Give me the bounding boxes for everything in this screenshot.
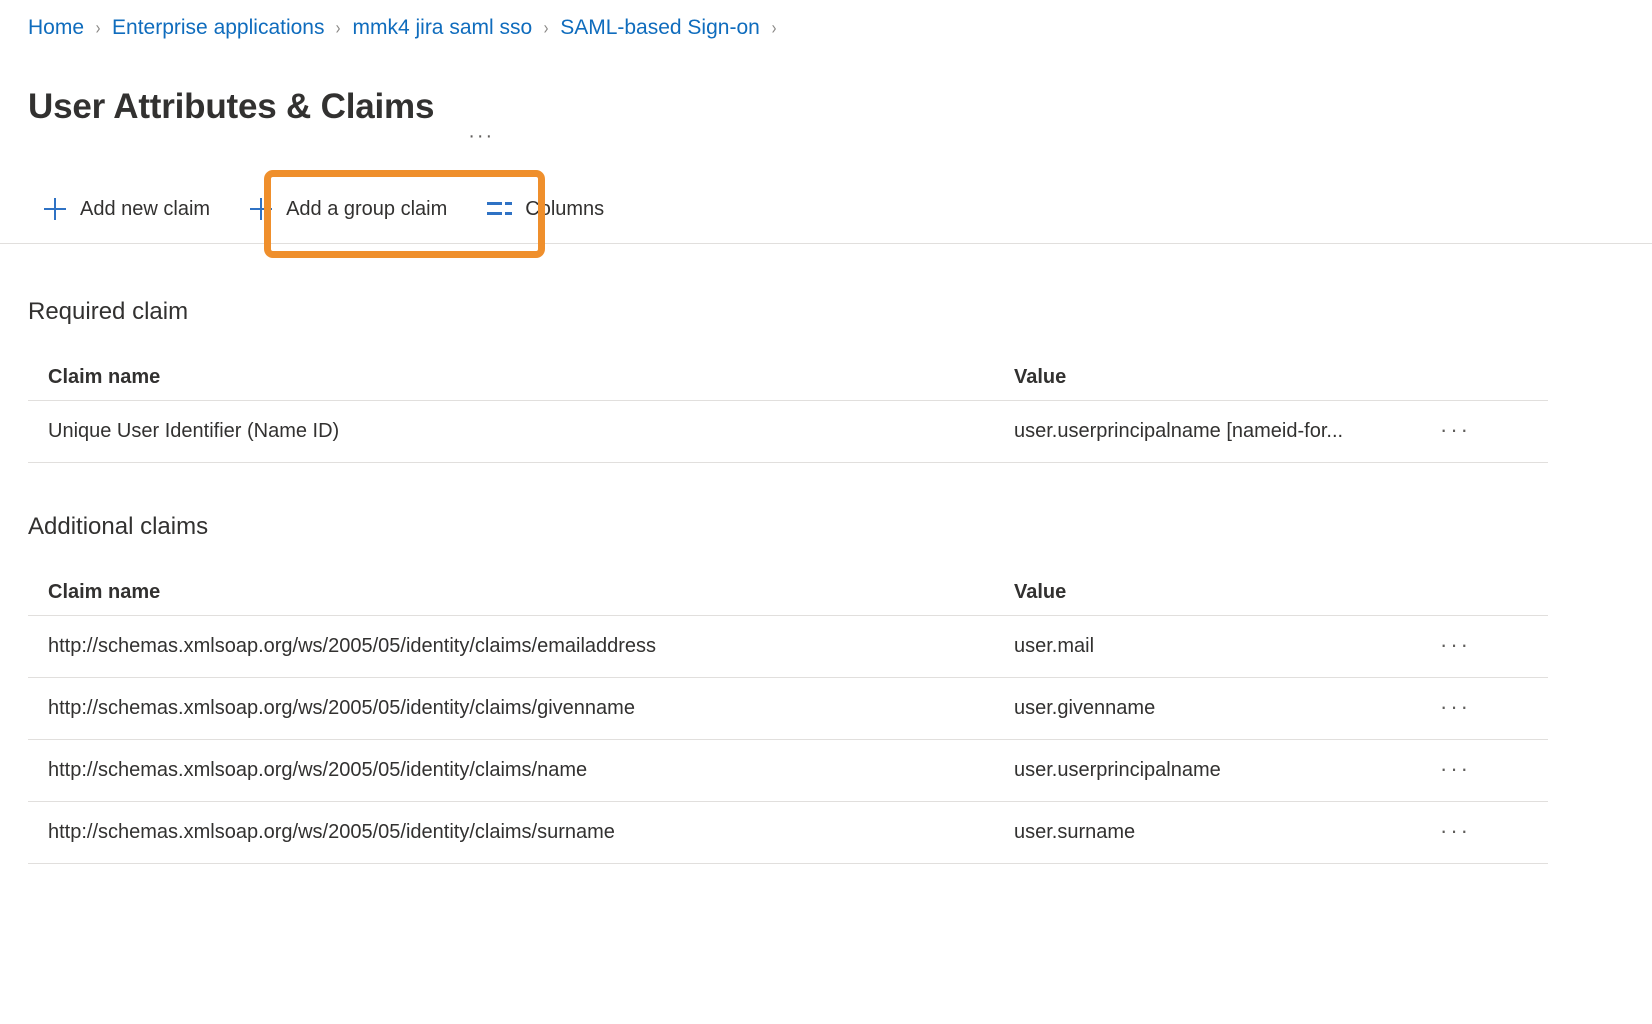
- column-header-claim-name[interactable]: Claim name: [28, 354, 994, 401]
- cell-claim-name: Unique User Identifier (Name ID): [28, 400, 994, 463]
- row-more-options-icon[interactable]: ···: [1432, 633, 1479, 660]
- table-row[interactable]: http://schemas.xmlsoap.org/ws/2005/05/id…: [28, 677, 1548, 740]
- breadcrumb-item-enterprise-applications[interactable]: Enterprise applications: [112, 14, 324, 42]
- row-more-options-icon[interactable]: ···: [1432, 819, 1479, 846]
- breadcrumb-separator-icon: ›: [771, 18, 777, 38]
- column-header-value[interactable]: Value: [994, 354, 1412, 401]
- cell-value: user.mail: [994, 615, 1412, 678]
- row-more-options-icon[interactable]: ···: [1432, 418, 1479, 445]
- add-a-group-claim-label: Add a group claim: [286, 197, 448, 220]
- cell-claim-name: http://schemas.xmlsoap.org/ws/2005/05/id…: [28, 801, 994, 864]
- plus-icon: [44, 198, 66, 220]
- breadcrumb-separator-icon: ›: [543, 18, 549, 38]
- add-new-claim-button[interactable]: Add new claim: [44, 189, 224, 229]
- columns-button[interactable]: Columns: [487, 189, 618, 229]
- command-bar-divider: [0, 243, 1652, 244]
- table-row[interactable]: http://schemas.xmlsoap.org/ws/2005/05/id…: [28, 801, 1548, 864]
- add-a-group-claim-button[interactable]: Add a group claim: [250, 189, 461, 229]
- additional-claims-title: Additional claims: [28, 513, 209, 540]
- additional-claims-section: Additional claims Claim name Value http:…: [28, 511, 1548, 864]
- table-row[interactable]: Unique User Identifier (Name ID) user.us…: [28, 400, 1548, 463]
- table-row[interactable]: http://schemas.xmlsoap.org/ws/2005/05/id…: [28, 615, 1548, 678]
- breadcrumb-separator-icon: ›: [95, 18, 101, 38]
- cell-actions: ···: [1412, 739, 1548, 802]
- column-header-actions: [1412, 354, 1548, 401]
- cell-actions: ···: [1412, 801, 1548, 864]
- row-more-options-icon[interactable]: ···: [1432, 757, 1479, 784]
- page-header: User Attributes & Claims ···: [28, 62, 494, 153]
- command-bar: Add new claim Add a group claim Columns: [0, 175, 1652, 243]
- cell-actions: ···: [1412, 615, 1548, 678]
- cell-value: user.surname: [994, 801, 1412, 864]
- cell-value: user.userprincipalname [nameid-for...: [994, 400, 1412, 463]
- cell-actions: ···: [1412, 677, 1548, 740]
- column-header-value[interactable]: Value: [994, 569, 1412, 616]
- breadcrumb: Home › Enterprise applications › mmk4 ji…: [28, 14, 788, 42]
- breadcrumb-item-saml-based-sign-on[interactable]: SAML-based Sign-on: [560, 14, 760, 42]
- required-claim-table: Claim name Value Unique User Identifier …: [28, 354, 1548, 463]
- additional-claims-table: Claim name Value http://schemas.xmlsoap.…: [28, 569, 1548, 864]
- columns-label: Columns: [525, 197, 605, 220]
- table-header-row: Claim name Value: [28, 569, 1548, 616]
- required-claim-section: Required claim Claim name Value Unique U…: [28, 296, 1548, 463]
- row-more-options-icon[interactable]: ···: [1432, 695, 1479, 722]
- columns-icon: [487, 200, 513, 218]
- breadcrumb-item-mmk4-jira-saml-sso[interactable]: mmk4 jira saml sso: [352, 14, 532, 42]
- add-new-claim-label: Add new claim: [80, 197, 211, 220]
- cell-claim-name: http://schemas.xmlsoap.org/ws/2005/05/id…: [28, 615, 994, 678]
- page-title: User Attributes & Claims: [28, 87, 435, 127]
- breadcrumb-item-home[interactable]: Home: [28, 14, 84, 42]
- cell-value: user.userprincipalname: [994, 739, 1412, 802]
- page-more-options-icon[interactable]: ···: [468, 126, 494, 146]
- required-claim-title: Required claim: [28, 298, 189, 325]
- column-header-claim-name[interactable]: Claim name: [28, 569, 994, 616]
- cell-claim-name: http://schemas.xmlsoap.org/ws/2005/05/id…: [28, 739, 994, 802]
- table-header-row: Claim name Value: [28, 354, 1548, 401]
- cell-actions: ···: [1412, 400, 1548, 463]
- cell-value: user.givenname: [994, 677, 1412, 740]
- cell-claim-name: http://schemas.xmlsoap.org/ws/2005/05/id…: [28, 677, 994, 740]
- breadcrumb-separator-icon: ›: [336, 18, 341, 38]
- plus-icon: [250, 198, 273, 220]
- column-header-actions: [1412, 569, 1548, 616]
- table-row[interactable]: http://schemas.xmlsoap.org/ws/2005/05/id…: [28, 739, 1548, 802]
